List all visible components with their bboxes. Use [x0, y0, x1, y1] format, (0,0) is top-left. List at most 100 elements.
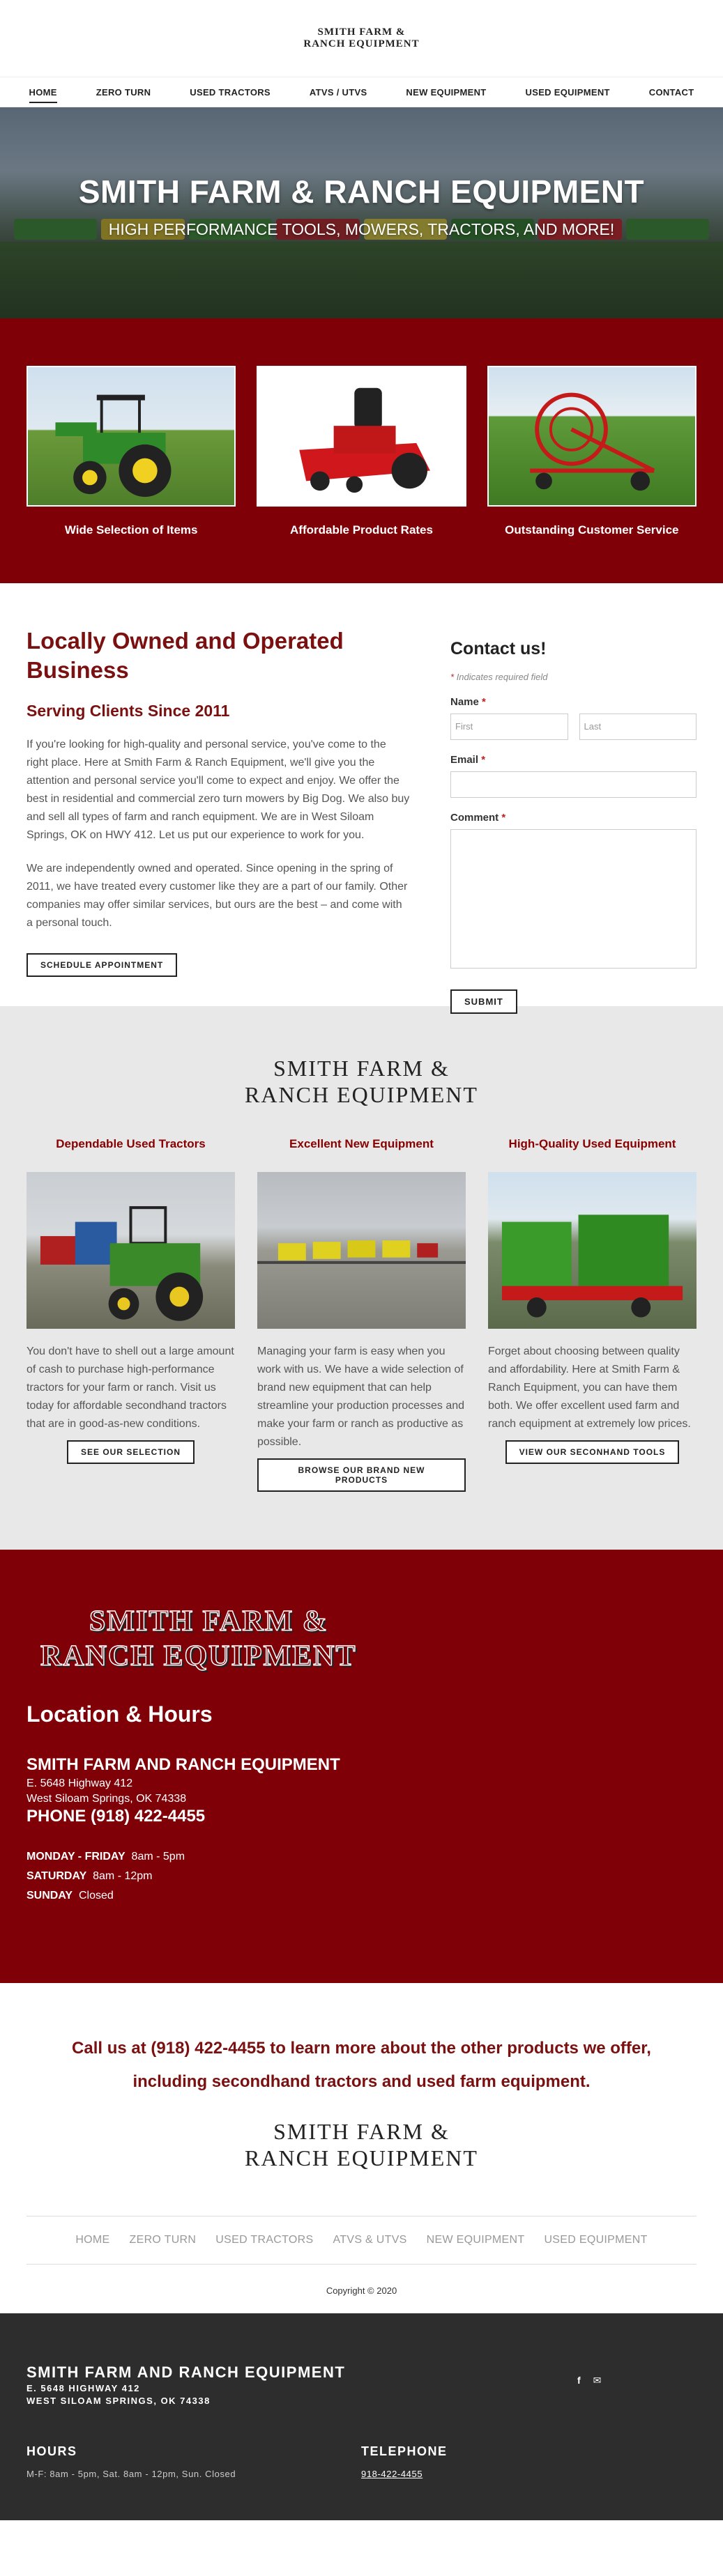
- features-section: Wide Selection of Items Affordable Produ…: [0, 318, 723, 583]
- red-zero-turn-mower-image: [257, 366, 466, 507]
- feature-card: Wide Selection of Items: [26, 366, 236, 583]
- used-equipment-image: [488, 1172, 697, 1329]
- contact-form: Contact us! * Indicates required field N…: [438, 626, 697, 1014]
- column-title: High-Quality Used Equipment: [508, 1137, 676, 1150]
- comment-label: Comment *: [450, 812, 506, 824]
- products-logo: SMITH FARM & RANCH EQUIPMENT: [26, 1055, 697, 1108]
- about-content: Locally Owned and Operated Business Serv…: [26, 626, 438, 1006]
- footer-nav-new-equipment[interactable]: NEW EQUIPMENT: [417, 2234, 535, 2246]
- copyright: Copyright © 2020: [326, 2285, 397, 2296]
- facebook-icon[interactable]: f: [577, 2375, 581, 2387]
- view-secondhand-tools-button[interactable]: VIEW OUR SECONHAND TOOLS: [505, 1440, 680, 1464]
- email-label: Email *: [450, 754, 486, 766]
- location-section: SMITH FARM & RANCH EQUIPMENT Location & …: [0, 1550, 723, 1983]
- feature-card: Affordable Product Rates: [257, 366, 466, 583]
- nav-zero-turn[interactable]: ZERO TURN: [77, 77, 171, 107]
- column-text: You don't have to shell out a large amou…: [26, 1345, 234, 1430]
- contact-title: Contact us!: [450, 639, 547, 658]
- site-header: SMITH FARM & RANCH EQUIPMENT: [0, 0, 723, 77]
- product-column: Dependable Used Tractors You don't have …: [26, 1137, 235, 1492]
- logo-line-1: SMITH FARM &: [317, 26, 406, 38]
- hero-banner: SMITH FARM & RANCH EQUIPMENT HIGH PERFOR…: [0, 107, 723, 318]
- business-name: SMITH FARM AND RANCH EQUIPMENT: [26, 1755, 340, 1774]
- email-icon[interactable]: ✉: [593, 2375, 602, 2387]
- product-column: High-Quality Used Equipment Forget about…: [488, 1137, 697, 1492]
- logo-line-2: RANCH EQUIPMENT: [245, 2145, 478, 2170]
- feature-card: Outstanding Customer Service: [487, 366, 697, 583]
- footer-nav: HOME ZERO TURN USED TRACTORS ATVS & UTVS…: [26, 2216, 697, 2265]
- logo-line-2: RANCH EQUIPMENT: [40, 1640, 357, 1673]
- hero-title: SMITH FARM & RANCH EQUIPMENT: [78, 173, 645, 210]
- comment-textarea[interactable]: [450, 829, 697, 969]
- about-heading: Locally Owned and Operated Business: [26, 628, 344, 683]
- first-name-input[interactable]: First: [450, 714, 568, 740]
- column-title: Excellent New Equipment: [289, 1137, 434, 1150]
- logo-line-2: RANCH EQUIPMENT: [303, 38, 420, 49]
- hours-list: MONDAY - FRIDAY 8am - 5pm SATURDAY 8am -…: [26, 1847, 697, 1906]
- hours-title: HOURS: [26, 2444, 77, 2458]
- submit-button[interactable]: SUBMIT: [450, 989, 517, 1014]
- nav-atvs-utvs[interactable]: ATVS / UTVS: [290, 77, 387, 107]
- nav-contact[interactable]: CONTACT: [630, 77, 714, 107]
- nav-used-equipment[interactable]: USED EQUIPMENT: [506, 77, 630, 107]
- telephone-title: TELEPHONE: [361, 2444, 448, 2458]
- used-tractors-image: [26, 1172, 235, 1329]
- column-title: Dependable Used Tractors: [56, 1137, 206, 1150]
- hero-subtitle: HIGH PERFORMANCE TOOLS, MOWERS, TRACTORS…: [108, 220, 615, 238]
- location-title: Location & Hours: [26, 1702, 213, 1727]
- footer-nav-used-equipment[interactable]: USED EQUIPMENT: [534, 2234, 657, 2246]
- phone: PHONE (918) 422-4455: [26, 1807, 697, 1826]
- email-input[interactable]: [450, 771, 697, 798]
- green-tractor-image: [26, 366, 236, 507]
- footer-telephone: TELEPHONE 918-422-4455: [361, 2444, 696, 2481]
- call-to-action: Call us at (918) 422-4455 to learn more …: [72, 2039, 651, 2091]
- about-paragraph-1: If you're looking for high-quality and p…: [26, 739, 410, 841]
- footer-nav-atvs-utvs[interactable]: ATVS & UTVS: [324, 2234, 417, 2246]
- hours-row: SATURDAY 8am - 12pm: [26, 1870, 153, 1882]
- hours-text: M-F: 8am - 5pm, Sat. 8am - 12pm, Sun. Cl…: [26, 2469, 236, 2479]
- hours-row: SUNDAY Closed: [26, 1890, 114, 1902]
- site-footer: SMITH FARM AND RANCH EQUIPMENT E. 5648 H…: [0, 2313, 723, 2520]
- required-note: * Indicates required field: [450, 672, 548, 682]
- feature-label: Outstanding Customer Service: [505, 523, 679, 537]
- footer-logo: SMITH FARM & RANCH EQUIPMENT: [26, 2118, 697, 2171]
- footer-nav-home[interactable]: HOME: [66, 2234, 119, 2246]
- call-section: Call us at (918) 422-4455 to learn more …: [0, 1983, 723, 2313]
- logo-line-2: RANCH EQUIPMENT: [245, 1082, 478, 1107]
- phone-link[interactable]: (918) 422-4455: [91, 1807, 205, 1826]
- address-line-2: West Siloam Springs, OK 74338: [26, 1793, 187, 1805]
- phone-label: PHONE: [26, 1807, 86, 1826]
- product-column: Excellent New Equipment Managing your fa…: [257, 1137, 466, 1492]
- browse-new-products-button[interactable]: BROWSE OUR BRAND NEW PRODUCTS: [257, 1458, 466, 1492]
- location-logo: SMITH FARM & RANCH EQUIPMENT: [26, 1604, 697, 1674]
- about-subheading: Serving Clients Since 2011: [26, 702, 230, 720]
- column-text: Forget about choosing between quality an…: [488, 1345, 691, 1430]
- nav-new-equipment[interactable]: NEW EQUIPMENT: [386, 77, 505, 107]
- column-text: Managing your farm is easy when you work…: [257, 1345, 465, 1448]
- red-hay-rake-image: [487, 366, 697, 507]
- address-line-1: E. 5648 Highway 412: [26, 1777, 133, 1789]
- feature-label: Wide Selection of Items: [64, 523, 198, 537]
- hours-row: MONDAY - FRIDAY 8am - 5pm: [26, 1851, 185, 1862]
- see-our-selection-button[interactable]: SEE OUR SELECTION: [66, 1440, 195, 1464]
- footer-nav-used-tractors[interactable]: USED TRACTORS: [206, 2234, 323, 2246]
- last-name-input[interactable]: Last: [579, 714, 697, 740]
- feature-label: Affordable Product Rates: [290, 523, 433, 537]
- logo-line-1: SMITH FARM &: [273, 1056, 450, 1081]
- about-section: Locally Owned and Operated Business Serv…: [0, 583, 723, 1014]
- footer-hours: HOURS M-F: 8am - 5pm, Sat. 8am - 12pm, S…: [26, 2444, 361, 2481]
- site-logo[interactable]: SMITH FARM & RANCH EQUIPMENT: [303, 26, 419, 50]
- logo-line-1: SMITH FARM &: [89, 1605, 328, 1638]
- products-section: SMITH FARM & RANCH EQUIPMENT Dependable …: [0, 1006, 723, 1550]
- main-nav: HOME ZERO TURN USED TRACTORS ATVS / UTVS…: [0, 77, 723, 107]
- footer-nav-zero-turn[interactable]: ZERO TURN: [120, 2234, 206, 2246]
- new-equipment-image: [257, 1172, 466, 1329]
- nav-used-tractors[interactable]: USED TRACTORS: [170, 77, 290, 107]
- about-paragraph-2: We are independently owned and operated.…: [26, 863, 408, 929]
- footer-address-2: WEST SILOAM SPRINGS, OK 74338: [26, 2396, 211, 2406]
- logo-line-1: SMITH FARM &: [273, 2119, 450, 2144]
- nav-home[interactable]: HOME: [10, 77, 77, 107]
- telephone-link[interactable]: 918-422-4455: [361, 2469, 423, 2479]
- schedule-appointment-button[interactable]: SCHEDULE APPOINTMENT: [26, 953, 178, 977]
- social-links: f ✉: [577, 2375, 601, 2387]
